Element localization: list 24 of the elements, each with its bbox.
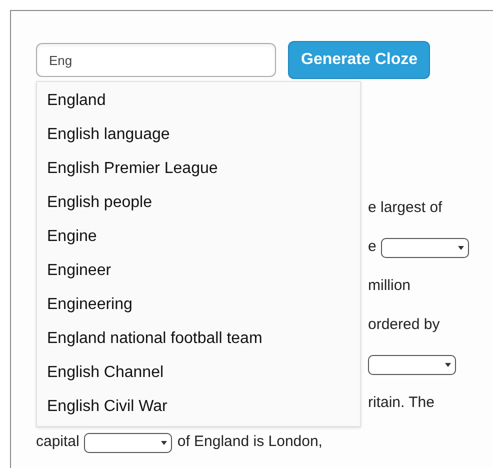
- passage-text: e: [368, 237, 376, 258]
- suggestion-item[interactable]: English language: [37, 118, 360, 152]
- suggestion-item[interactable]: Engineering: [37, 288, 360, 322]
- blank-dropdown[interactable]: [381, 238, 470, 258]
- passage-text: capital: [36, 432, 80, 452]
- suggestion-item[interactable]: English people: [37, 186, 360, 220]
- passage-text: million: [368, 276, 411, 296]
- caret-icon: [161, 440, 168, 444]
- passage-text: ordered by: [368, 315, 440, 336]
- suggestion-item[interactable]: English Channel: [37, 356, 360, 390]
- suggestion-item[interactable]: Engineer: [37, 254, 360, 288]
- caret-icon: [445, 362, 451, 366]
- blank-dropdown[interactable]: [84, 432, 172, 452]
- blank-dropdown[interactable]: [368, 354, 456, 374]
- suggestion-item[interactable]: English Premier League: [37, 152, 360, 186]
- suggestion-item[interactable]: England national football team: [37, 322, 360, 356]
- passage-text: e largest of: [368, 198, 442, 218]
- passage-text: ritain. The: [368, 393, 434, 414]
- suggestion-item[interactable]: England: [37, 84, 360, 118]
- suggestion-item[interactable]: Engine: [37, 220, 360, 254]
- caret-icon: [458, 246, 464, 250]
- search-field[interactable]: Eng: [36, 43, 276, 77]
- passage-text: of England is London,: [177, 432, 322, 452]
- suggestion-item[interactable]: English Civil War: [37, 390, 360, 424]
